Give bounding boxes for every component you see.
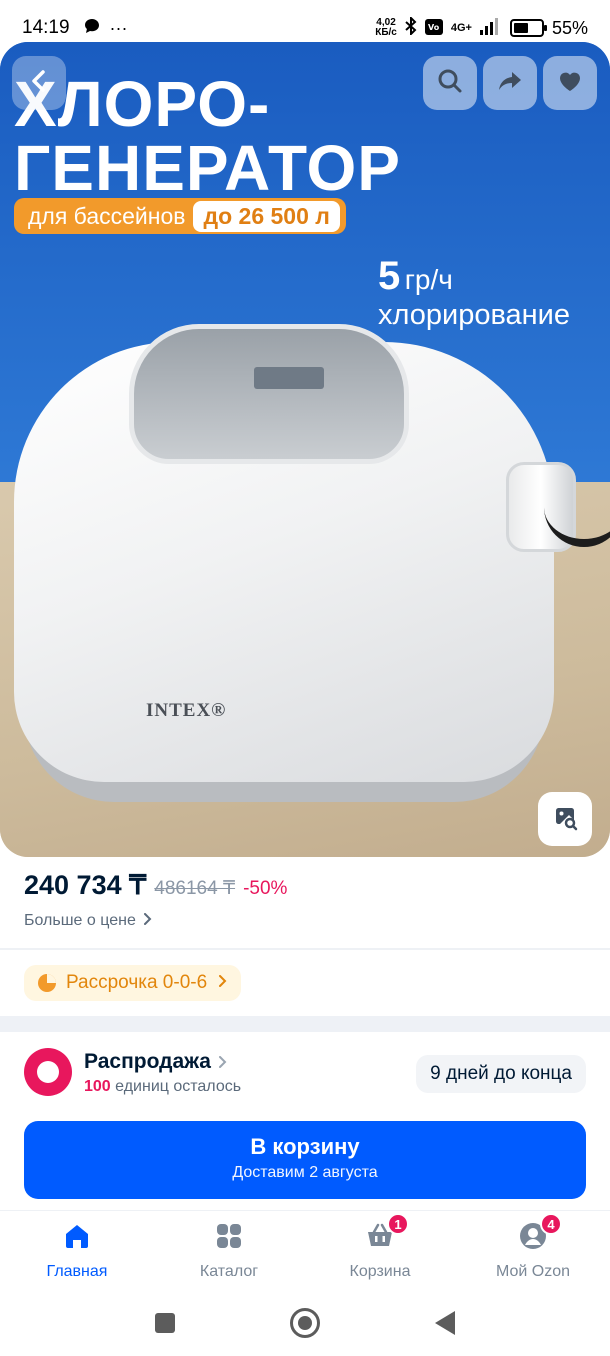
favorite-button[interactable] <box>543 56 597 110</box>
network-speed: 4,02 КБ/с <box>375 17 397 38</box>
battery-icon <box>509 19 547 37</box>
volte-icon: Vo <box>424 18 443 38</box>
chevron-right-icon <box>218 1056 227 1068</box>
svg-text:Vo: Vo <box>428 23 440 32</box>
more-about-price-link[interactable]: Больше о цене <box>24 912 152 930</box>
chevron-left-icon <box>25 67 53 100</box>
search-icon <box>436 67 464 100</box>
price-row: 240 734 ₸ 486164 ₸ -50% <box>24 870 287 901</box>
sale-card[interactable]: Распродажа 100 единиц осталось 9 дней до… <box>0 1032 610 1106</box>
find-similar-button[interactable] <box>538 792 592 846</box>
signal-icon <box>479 17 502 40</box>
back-button[interactable] <box>12 56 66 110</box>
installment-button[interactable]: Рассрочка 0-0-6 <box>24 965 242 1001</box>
bottom-tab-bar: Главная Каталог 1 Корзина 4 Мой Ozon <box>0 1210 610 1290</box>
profile-notification-badge: 4 <box>540 1213 562 1235</box>
home-button[interactable] <box>290 1308 320 1338</box>
battery-percent: 55% <box>551 17 588 38</box>
sale-title: Распродажа <box>84 1050 227 1074</box>
share-icon <box>496 67 524 100</box>
network-type: 4G+ <box>450 22 472 34</box>
installment-pie-icon <box>38 974 56 992</box>
hero-title: ХЛОРО- ГЕНЕРАТОР <box>14 68 401 204</box>
profile-icon: 4 <box>518 1213 562 1251</box>
search-button[interactable] <box>423 56 477 110</box>
sale-logo-icon <box>24 1048 72 1096</box>
device-brand-logo: INTEX® <box>146 700 227 721</box>
sale-days-left: 9 дней до конца <box>416 1055 586 1093</box>
tab-cart[interactable]: 1 Корзина <box>315 1213 445 1281</box>
hero-badge: для бассейнов до 26 500 л <box>14 198 346 234</box>
divider <box>0 948 610 950</box>
system-navigation-bar <box>0 1290 610 1356</box>
cart-count-badge: 1 <box>387 1213 409 1235</box>
bluetooth-icon <box>405 15 417 40</box>
chevron-right-icon <box>142 912 152 930</box>
image-search-icon <box>551 803 579 836</box>
tab-home[interactable]: Главная <box>12 1221 142 1281</box>
status-time: 14:19 <box>22 17 70 38</box>
share-button[interactable] <box>483 56 537 110</box>
current-price: 240 734 ₸ <box>24 870 147 900</box>
cart-icon: 1 <box>365 1213 409 1251</box>
old-price: 486164 ₸ <box>154 878 236 899</box>
chat-notification-icon <box>84 18 100 39</box>
product-image[interactable]: ХЛОРО- ГЕНЕРАТОР для бассейнов до 26 500… <box>0 42 610 857</box>
tab-catalog[interactable]: Каталог <box>164 1221 294 1281</box>
tab-my-ozon[interactable]: 4 Мой Ozon <box>468 1213 598 1281</box>
discount-badge: -50% <box>243 878 288 899</box>
recent-apps-button[interactable] <box>155 1313 175 1333</box>
chevron-right-icon <box>217 974 227 992</box>
chlorinator-device: INTEX® <box>14 312 610 832</box>
more-notifications-icon: ··· <box>109 17 128 38</box>
heart-icon <box>556 67 584 100</box>
back-nav-button[interactable] <box>435 1311 455 1335</box>
catalog-icon <box>214 1221 244 1251</box>
sale-units-left: 100 единиц осталось <box>84 1078 242 1095</box>
home-icon <box>62 1221 92 1251</box>
device-control-panel <box>129 324 409 464</box>
add-to-cart-button[interactable]: В корзину Доставим 2 августа <box>24 1121 586 1199</box>
